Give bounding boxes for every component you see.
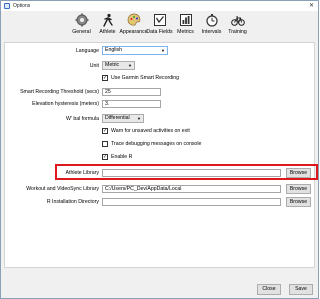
r-directory-input[interactable] — [102, 198, 281, 206]
tab-label: Appearance — [119, 29, 148, 35]
tab-label: Training — [228, 29, 247, 35]
options-window: Options ✕ General Athlete Appearance Dat… — [0, 0, 319, 299]
chevron-down-icon: ▼ — [137, 116, 141, 121]
tab-intervals[interactable]: Intervals — [199, 11, 224, 41]
tab-label: Data Fields — [146, 29, 173, 35]
athlete-library-input[interactable] — [102, 169, 281, 177]
tab-athlete[interactable]: Athlete — [95, 11, 120, 41]
trace-debug-checkbox[interactable]: Trace debugging messages on console — [102, 141, 201, 147]
unit-value: Metric — [105, 62, 120, 68]
tab-training[interactable]: Training — [225, 11, 250, 41]
workout-library-input[interactable]: C:/Users/PC_Dev/AppData/Local — [102, 185, 281, 193]
window-close-button[interactable]: ✕ — [309, 2, 314, 9]
tab-label: Intervals — [201, 29, 222, 35]
checkbox-box — [102, 141, 108, 147]
tab-metrics[interactable]: Metrics — [173, 11, 198, 41]
language-label: Language — [75, 48, 99, 54]
metrics-icon — [179, 14, 192, 26]
tab-data-fields[interactable]: Data Fields — [146, 11, 173, 41]
r-directory-browse-button[interactable]: Browse — [286, 197, 311, 207]
chevron-down-icon: ▼ — [128, 63, 132, 68]
checkbox-box: ✓ — [102, 75, 108, 81]
tab-appearance[interactable]: Appearance — [119, 11, 148, 41]
checkbox-label: Trace debugging messages on console — [111, 141, 202, 147]
smart-threshold-input[interactable]: 25 — [102, 88, 161, 96]
tab-general[interactable]: General — [69, 11, 94, 41]
window-title: Options — [13, 3, 31, 9]
chevron-down-icon: ▼ — [161, 48, 165, 53]
smart-threshold-label: Smart Recording Threshold (secs) — [20, 89, 99, 95]
tab-label: General — [72, 29, 91, 35]
bicycle-icon — [230, 16, 245, 26]
tab-label: Metrics — [177, 29, 194, 35]
general-settings-panel: Language English ▼ Unit Metric ▼ ✓ Use G… — [4, 42, 315, 268]
data-fields-icon — [153, 14, 166, 26]
app-icon — [4, 3, 10, 9]
language-select[interactable]: English ▼ — [102, 46, 168, 55]
palette-icon — [127, 13, 140, 26]
tab-label: Athlete — [99, 29, 116, 35]
r-directory-label: R Installation Directory — [46, 199, 99, 205]
checkbox-label: Use Garmin Smart Recording — [111, 75, 180, 81]
warn-unsaved-checkbox[interactable]: ✓ Warn for unsaved activities on exit — [102, 128, 190, 134]
stopwatch-icon — [205, 14, 218, 27]
options-toolbar: General Athlete Appearance Data Fields M… — [1, 11, 318, 41]
elevation-hysteresis-label: Elevation hysteresis (meters) — [32, 101, 99, 107]
title-bar: Options ✕ — [1, 1, 318, 11]
checkbox-box: ✓ — [102, 128, 108, 134]
unit-select[interactable]: Metric ▼ — [102, 61, 135, 70]
checkbox-label: Enable R — [111, 154, 133, 160]
language-value: English — [105, 47, 123, 53]
workout-library-label: Workout and VideoSync Library — [26, 186, 99, 192]
gear-icon — [75, 13, 88, 27]
unit-label: Unit — [89, 63, 99, 69]
save-button[interactable]: Save — [289, 284, 313, 295]
checkbox-label: Warn for unsaved activities on exit — [111, 128, 190, 134]
runner-icon — [102, 13, 113, 27]
wbal-formula-label: W' bal formula — [66, 116, 99, 122]
checkbox-box: ✓ — [102, 154, 108, 160]
wbal-formula-select[interactable]: Differential ▼ — [102, 114, 144, 123]
athlete-library-label: Athlete Library — [65, 170, 99, 176]
athlete-library-browse-button[interactable]: Browse — [286, 168, 311, 178]
wbal-formula-value: Differential — [105, 115, 130, 121]
close-button[interactable]: Close — [257, 284, 281, 295]
workout-library-browse-button[interactable]: Browse — [286, 184, 311, 194]
garmin-smart-recording-checkbox[interactable]: ✓ Use Garmin Smart Recording — [102, 75, 179, 81]
enable-r-checkbox[interactable]: ✓ Enable R — [102, 154, 132, 160]
elevation-hysteresis-input[interactable]: 3. — [102, 100, 161, 108]
